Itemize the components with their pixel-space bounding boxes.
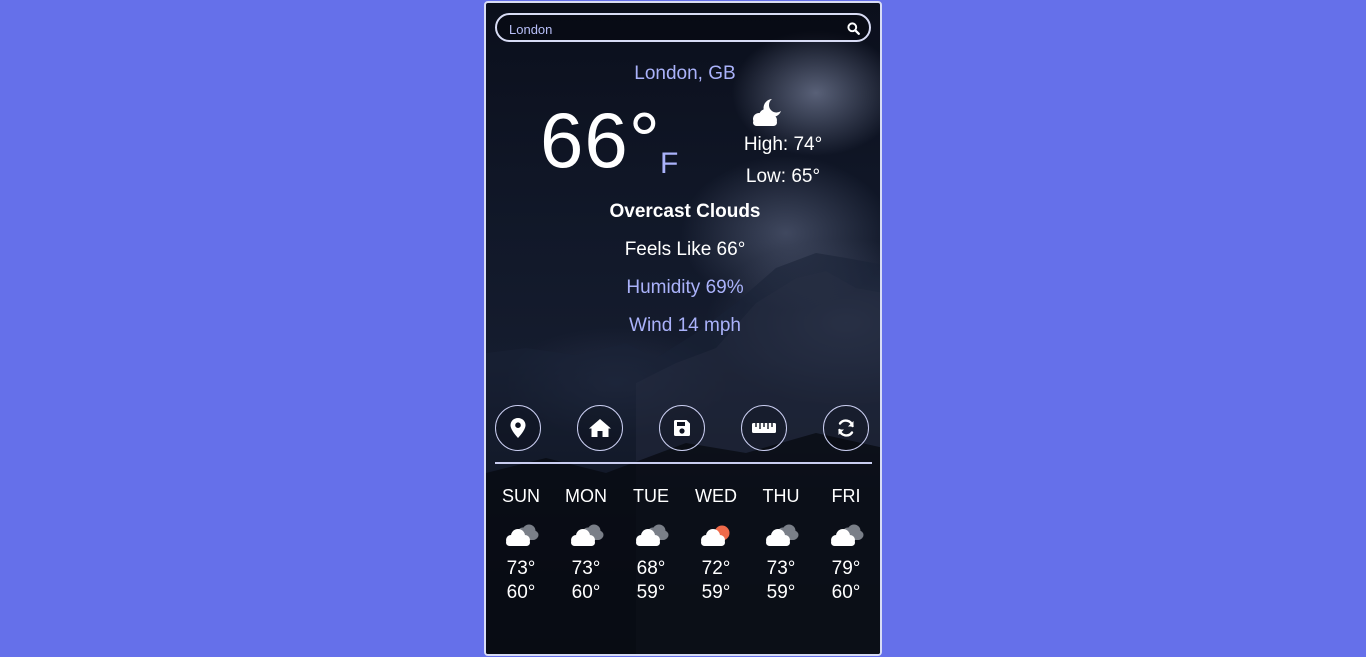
forecast-high: 72°	[701, 558, 731, 579]
home-icon	[589, 419, 611, 437]
forecast-day: FRI 79° 60°	[820, 483, 872, 605]
forecast-day-name: WED	[695, 486, 737, 506]
clouds-icon	[766, 524, 799, 546]
forecast-day-name: FRI	[831, 486, 861, 506]
forecast-low: 59°	[766, 582, 796, 603]
save-button[interactable]	[659, 405, 705, 451]
units-button[interactable]	[741, 405, 787, 451]
forecast-day-name: THU	[762, 486, 800, 506]
forecast-day: MON 73° 60°	[560, 483, 612, 605]
search-bar	[495, 13, 871, 42]
forecast-high: 79°	[831, 558, 861, 579]
temperature-unit-toggle[interactable]: F	[660, 147, 678, 181]
clouds-icon	[636, 524, 669, 546]
forecast-day-name: TUE	[633, 486, 669, 506]
high-temperature: High: 74°	[743, 134, 823, 155]
forecast-low: 60°	[831, 582, 861, 603]
clouds-icon	[831, 524, 864, 546]
search-button[interactable]	[844, 19, 862, 37]
search-input[interactable]	[507, 18, 831, 40]
forecast-day: TUE 68° 59°	[625, 483, 677, 605]
cloud-sun-icon	[701, 525, 730, 546]
location-button[interactable]	[495, 405, 541, 451]
ruler-icon	[752, 423, 776, 433]
feels-like: Feels Like 66°	[624, 239, 746, 260]
forecast-high: 68°	[636, 558, 666, 579]
cloud-moon-icon	[753, 99, 781, 126]
forecast-day: WED 72° 59°	[690, 483, 742, 605]
section-divider	[495, 462, 872, 464]
save-icon	[674, 420, 690, 436]
weather-description: Overcast Clouds	[609, 201, 761, 222]
forecast-row: SUN 73° 60° MON 73° 60° TUE 68° 59° WED …	[495, 483, 872, 605]
forecast-low: 60°	[571, 582, 601, 603]
forecast-high: 73°	[506, 558, 536, 579]
refresh-icon	[838, 419, 854, 437]
location-label: London, GB	[634, 63, 736, 84]
low-temperature: Low: 65°	[745, 166, 821, 187]
forecast-day: SUN 73° 60°	[495, 483, 547, 605]
search-icon	[846, 21, 860, 35]
forecast-day-name: SUN	[501, 486, 540, 506]
humidity: Humidity 69%	[626, 277, 744, 298]
forecast-low: 60°	[506, 582, 536, 603]
clouds-icon	[571, 524, 604, 546]
refresh-button[interactable]	[823, 405, 869, 451]
map-marker-icon	[510, 418, 526, 438]
forecast-high: 73°	[766, 558, 796, 579]
forecast-high: 73°	[571, 558, 601, 579]
forecast-day-name: MON	[565, 486, 607, 506]
forecast-day: THU 73° 59°	[755, 483, 807, 605]
wind-speed: Wind 14 mph	[629, 315, 741, 336]
weather-app: London, GB 66° F High: 74° Low: 65° Over…	[484, 1, 882, 656]
home-button[interactable]	[577, 405, 623, 451]
forecast-low: 59°	[701, 582, 731, 603]
clouds-icon	[506, 524, 539, 546]
forecast-low: 59°	[636, 582, 666, 603]
current-temperature: 66°	[540, 96, 661, 184]
